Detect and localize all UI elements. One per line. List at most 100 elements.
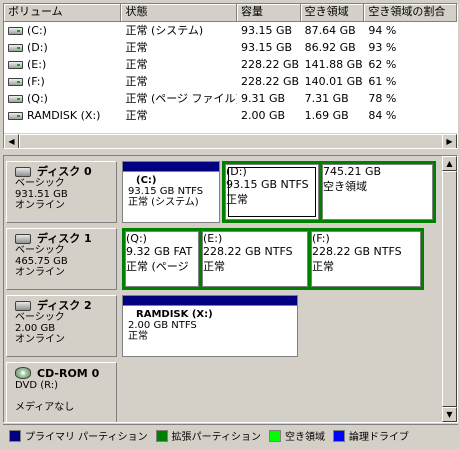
partition-e[interactable]: (E:) 228.22 GB NTFS 正常 bbox=[202, 231, 308, 287]
partition-name: (Q:) bbox=[126, 232, 147, 245]
partition-detail: 9.32 GB FAT bbox=[126, 245, 193, 258]
logical-swatch bbox=[333, 429, 345, 442]
partition-detail: 93.15 GB NTFS bbox=[128, 186, 204, 197]
partition-c[interactable]: (C:) 93.15 GB NTFS 正常 (システム) bbox=[122, 161, 220, 223]
volume-status: 正常 bbox=[125, 75, 148, 88]
volume-capacity: 228.22 GB bbox=[240, 58, 300, 71]
volume-list[interactable]: ボリューム 状態 容量 空き領域 空き領域の割合 (C:) 正常 (システム) … bbox=[3, 3, 458, 149]
volume-name: (F:) bbox=[27, 75, 45, 88]
table-row[interactable]: (Q:) 正常 (ページ ファイル) 9.31 GB 7.31 GB 78 % bbox=[4, 91, 457, 107]
volume-free: 141.88 GB bbox=[304, 58, 363, 71]
volume-list-header: ボリューム 状態 容量 空き領域 空き領域の割合 bbox=[4, 4, 457, 22]
disk-row-1: ディスク 1 ベーシック 465.75 GB オンライン (Q:) 9.32 G… bbox=[4, 228, 442, 290]
disk-info-cdrom[interactable]: CD-ROM 0 DVD (R:) メディアなし bbox=[6, 362, 117, 422]
disk-state: メディアなし bbox=[15, 402, 75, 413]
partition-status: 正常 bbox=[226, 193, 248, 206]
partition-x[interactable]: RAMDISK (X:) 2.00 GB NTFS 正常 bbox=[122, 295, 298, 357]
volume-free-pct: 93 % bbox=[368, 41, 397, 54]
table-row[interactable]: (E:) 正常 228.22 GB 141.88 GB 62 % bbox=[4, 57, 457, 73]
partition-status: 正常 bbox=[203, 260, 225, 273]
disk-size: 465.75 GB bbox=[15, 256, 68, 267]
disk-title: ディスク 2 bbox=[37, 299, 92, 312]
disk-size: 931.51 GB bbox=[15, 189, 68, 200]
disk-type: ベーシック bbox=[15, 312, 65, 323]
column-free-percent[interactable]: 空き領域の割合 bbox=[364, 4, 457, 22]
disk-graphical-view[interactable]: ディスク 0 ベーシック 931.51 GB オンライン (C:) 93.15 … bbox=[3, 155, 458, 423]
hard-disk-icon bbox=[15, 166, 31, 177]
scroll-right-button[interactable]: ▶ bbox=[442, 134, 457, 148]
scroll-left-button[interactable]: ◀ bbox=[4, 134, 19, 148]
volume-capacity: 2.00 GB bbox=[240, 109, 286, 122]
partition-detail: 228.22 GB NTFS bbox=[203, 245, 293, 258]
horizontal-scrollbar[interactable]: ◀ ▶ bbox=[4, 133, 457, 148]
extended-partition[interactable]: (Q:) 9.32 GB FAT 正常 (ページ (E:) 228.22 GB … bbox=[122, 228, 424, 290]
vertical-scrollbar[interactable]: ▲ ▼ bbox=[442, 156, 457, 422]
disk-info-0[interactable]: ディスク 0 ベーシック 931.51 GB オンライン bbox=[6, 161, 117, 223]
horizontal-scroll-thumb[interactable] bbox=[19, 134, 444, 148]
legend-primary: プライマリ パーティション bbox=[9, 428, 148, 443]
partition-name: RAMDISK (X:) bbox=[136, 309, 213, 320]
disk-size: 2.00 GB bbox=[15, 323, 56, 334]
scroll-down-button[interactable]: ▼ bbox=[442, 407, 457, 422]
partition-detail: 93.15 GB NTFS bbox=[226, 178, 309, 191]
partition-q[interactable]: (Q:) 9.32 GB FAT 正常 (ページ bbox=[125, 231, 199, 287]
volume-free: 140.01 GB bbox=[304, 75, 363, 88]
disk-row-2: ディスク 2 ベーシック 2.00 GB オンライン RAMDISK (X:) … bbox=[4, 295, 442, 357]
partition-status: 空き領域 bbox=[323, 180, 367, 193]
volume-capacity: 93.15 GB bbox=[240, 24, 293, 37]
legend-logical: 論理ドライブ bbox=[333, 428, 409, 443]
partition-d[interactable]: (D:) 93.15 GB NTFS 正常 bbox=[225, 164, 319, 220]
hard-drive-icon bbox=[8, 78, 23, 86]
partition-name: (D:) bbox=[226, 165, 247, 178]
disk-info-1[interactable]: ディスク 1 ベーシック 465.75 GB オンライン bbox=[6, 228, 117, 290]
cdrom-media-area bbox=[120, 362, 442, 422]
volume-free-pct: 94 % bbox=[368, 24, 397, 37]
volume-free-pct: 61 % bbox=[368, 75, 397, 88]
column-status[interactable]: 状態 bbox=[121, 4, 237, 22]
volume-name: (E:) bbox=[27, 58, 47, 71]
volume-free: 1.69 GB bbox=[304, 109, 349, 122]
volume-free: 7.31 GB bbox=[304, 92, 349, 105]
table-row[interactable]: (C:) 正常 (システム) 93.15 GB 87.64 GB 94 % bbox=[4, 23, 457, 39]
column-free-space[interactable]: 空き領域 bbox=[300, 4, 365, 22]
legend-extended: 拡張パーティション bbox=[155, 428, 261, 443]
column-capacity[interactable]: 容量 bbox=[236, 4, 301, 22]
partition-name: (C:) bbox=[136, 175, 157, 186]
table-row[interactable]: (F:) 正常 228.22 GB 140.01 GB 61 % bbox=[4, 74, 457, 90]
volume-name: (C:) bbox=[27, 24, 47, 37]
column-volume[interactable]: ボリューム bbox=[4, 4, 122, 22]
extended-partition[interactable]: (D:) 93.15 GB NTFS 正常 745.21 GB 空き領域 bbox=[222, 161, 436, 223]
table-row[interactable]: (D:) 正常 93.15 GB 86.92 GB 93 % bbox=[4, 40, 457, 56]
disk-state: オンライン bbox=[15, 200, 65, 211]
volume-name: (D:) bbox=[27, 41, 48, 54]
hard-drive-icon bbox=[8, 95, 23, 103]
hard-disk-icon bbox=[15, 300, 31, 311]
volume-capacity: 228.22 GB bbox=[240, 75, 300, 88]
volume-status: 正常 bbox=[125, 109, 148, 122]
disk-row-0: ディスク 0 ベーシック 931.51 GB オンライン (C:) 93.15 … bbox=[4, 161, 442, 223]
legend-free: 空き領域 bbox=[269, 428, 325, 443]
primary-partition-bar bbox=[123, 296, 297, 306]
primary-swatch bbox=[9, 429, 21, 442]
partition-detail: 228.22 GB NTFS bbox=[312, 245, 402, 258]
disk-title: ディスク 1 bbox=[37, 232, 92, 245]
volume-capacity: 9.31 GB bbox=[240, 92, 286, 105]
disk-type: ベーシック bbox=[15, 178, 65, 189]
disk-title: ディスク 0 bbox=[37, 165, 92, 178]
scroll-up-button[interactable]: ▲ bbox=[442, 156, 457, 171]
legend-label: 空き領域 bbox=[285, 432, 325, 443]
partition-f[interactable]: (F:) 228.22 GB NTFS 正常 bbox=[311, 231, 421, 287]
partition-status: 正常 (システム) bbox=[128, 197, 199, 208]
volume-name: RAMDISK (X:) bbox=[27, 109, 101, 122]
disk-title: CD-ROM 0 bbox=[37, 366, 100, 380]
partition-detail: 2.00 GB NTFS bbox=[128, 320, 197, 331]
legend-label: プライマリ パーティション bbox=[25, 432, 148, 443]
disk-state: オンライン bbox=[15, 267, 65, 278]
legend: プライマリ パーティション 拡張パーティション 空き領域 論理ドライブ bbox=[3, 424, 458, 446]
vertical-scroll-thumb[interactable] bbox=[442, 171, 457, 407]
table-row[interactable]: RAMDISK (X:) 正常 2.00 GB 1.69 GB 84 % bbox=[4, 108, 457, 124]
disk-info-2[interactable]: ディスク 2 ベーシック 2.00 GB オンライン bbox=[6, 295, 117, 357]
partition-detail: 745.21 GB bbox=[323, 165, 382, 178]
legend-label: 論理ドライブ bbox=[349, 432, 409, 443]
partition-free-space[interactable]: 745.21 GB 空き領域 bbox=[322, 164, 433, 220]
